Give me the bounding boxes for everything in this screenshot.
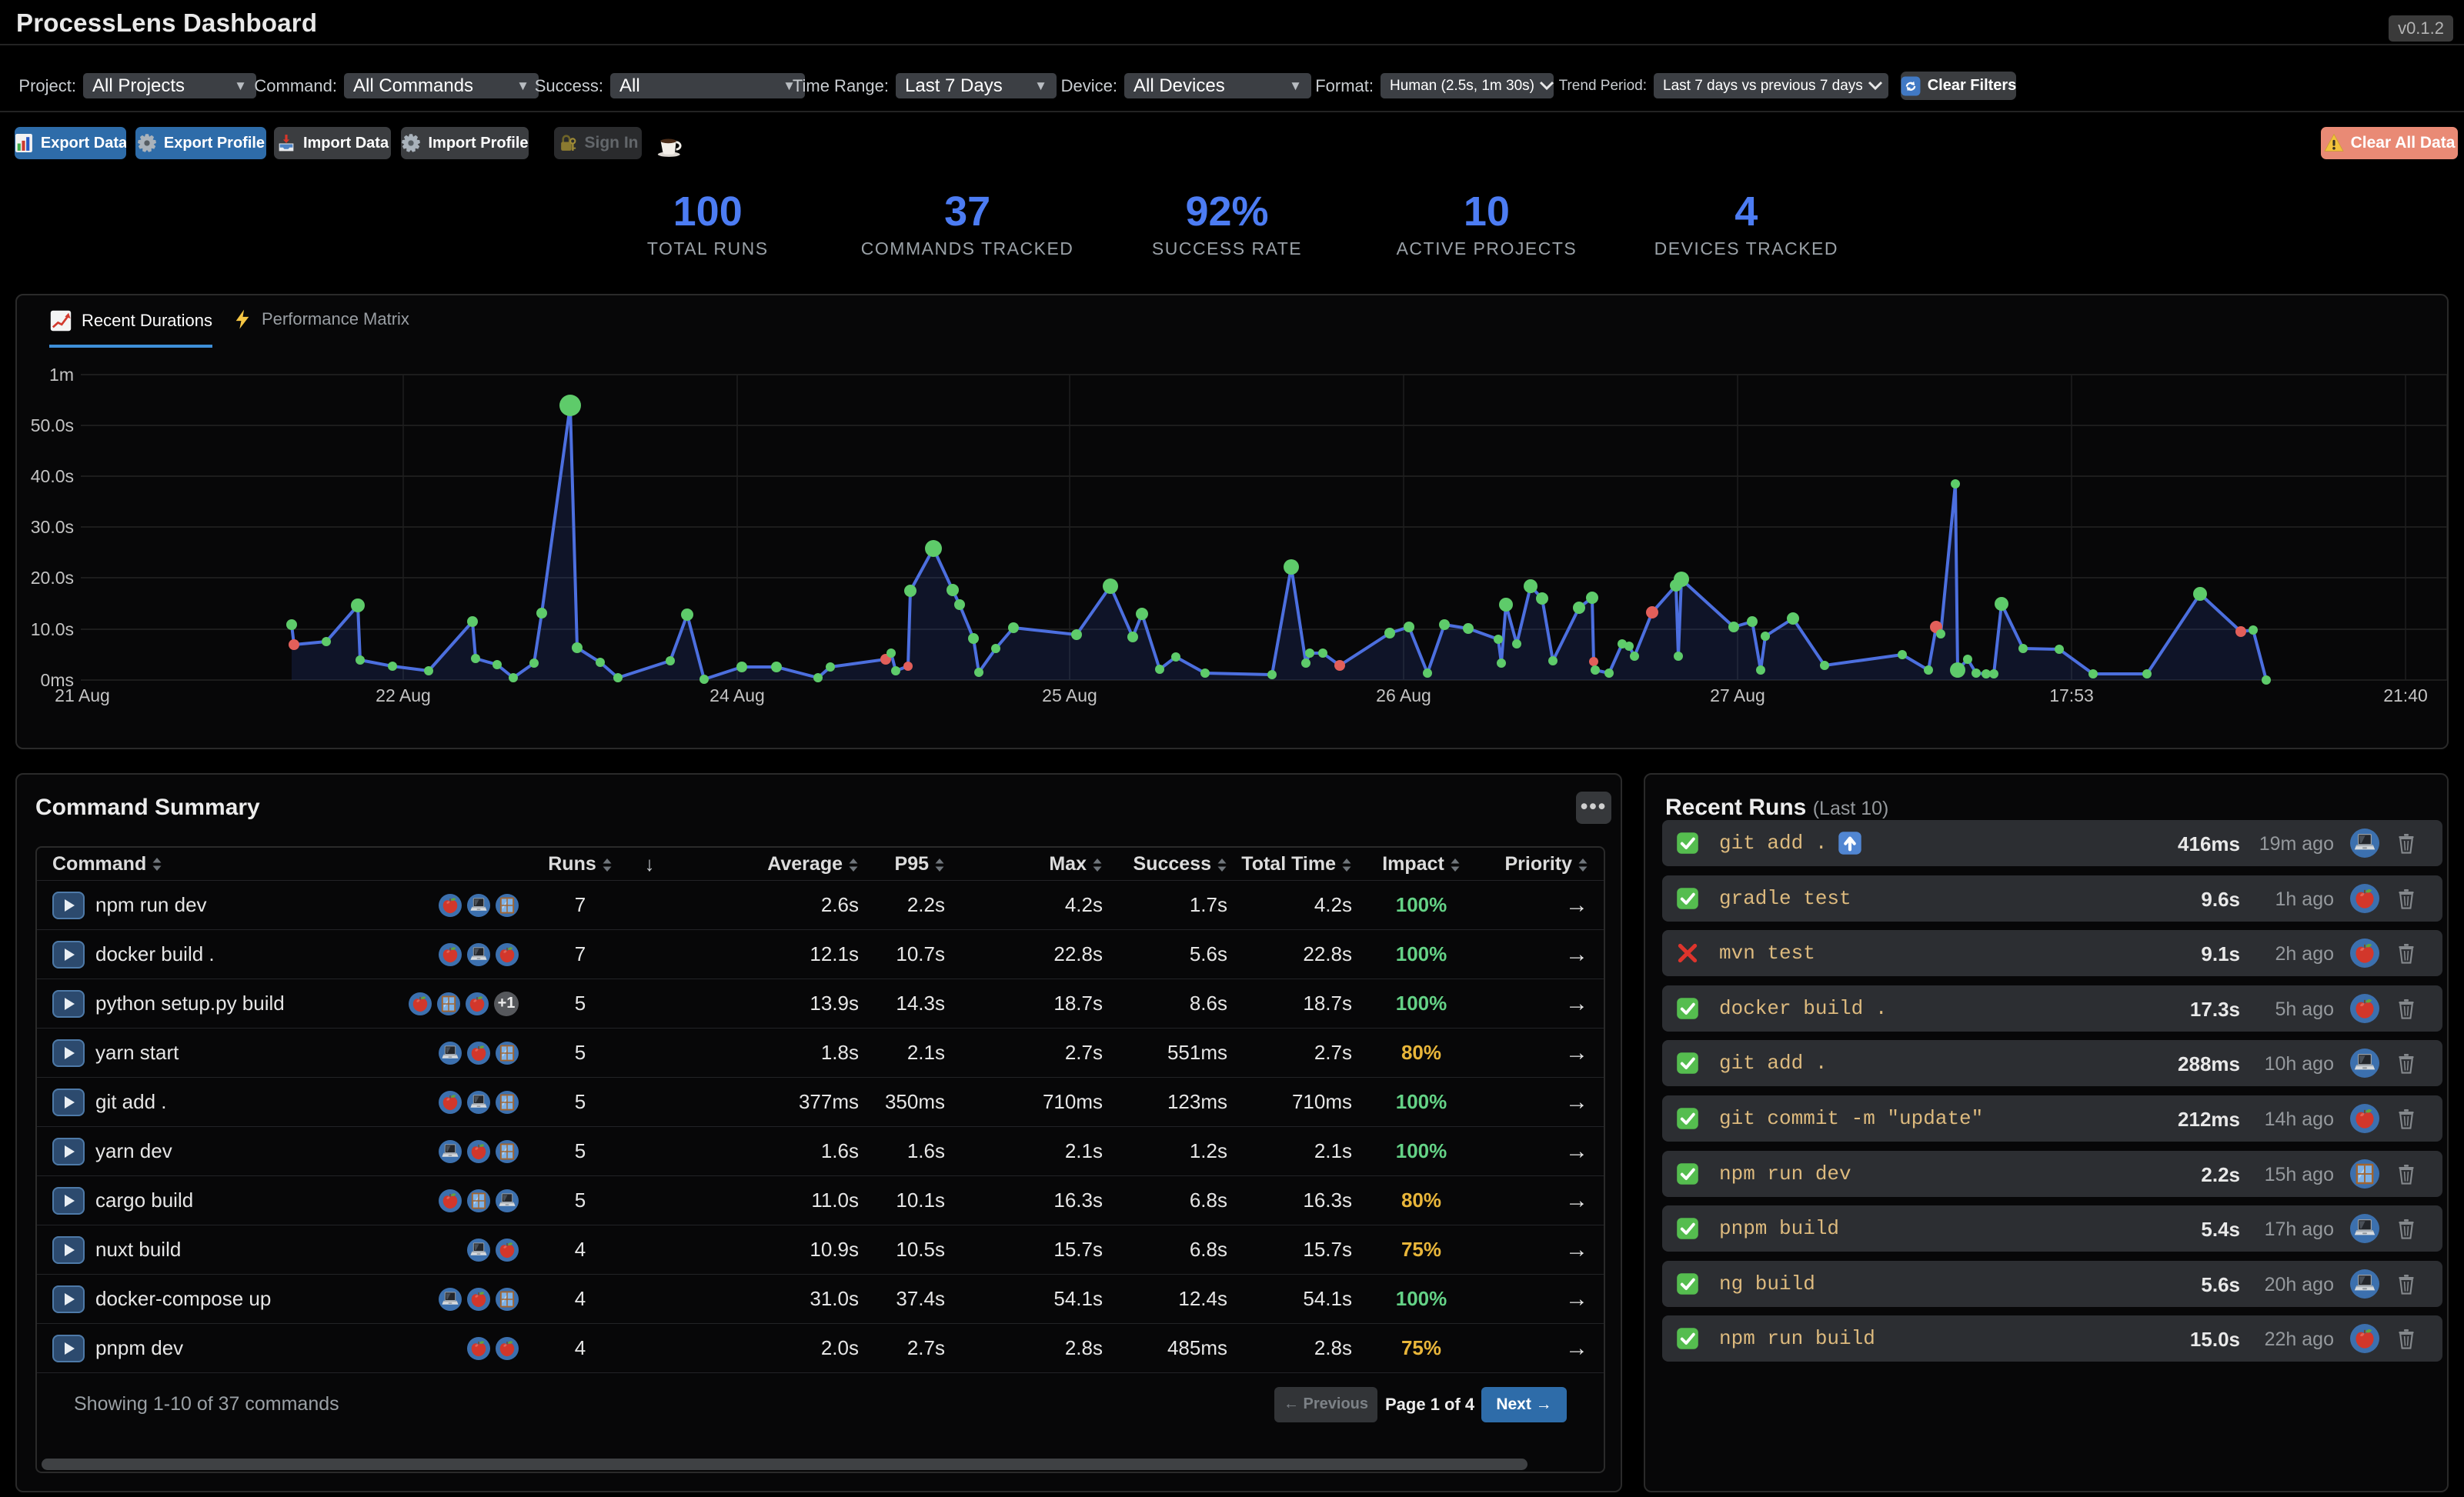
svg-text:21 Aug: 21 Aug (55, 685, 110, 705)
svg-text:27 Aug: 27 Aug (1710, 685, 1765, 705)
svg-text:26 Aug: 26 Aug (1376, 685, 1431, 705)
svg-text:10.0s: 10.0s (31, 619, 74, 639)
svg-text:21:40: 21:40 (2383, 685, 2428, 705)
svg-text:1m: 1m (49, 365, 74, 385)
svg-text:24 Aug: 24 Aug (709, 685, 765, 705)
svg-text:40.0s: 40.0s (31, 466, 74, 486)
svg-text:50.0s: 50.0s (31, 415, 74, 435)
svg-text:25 Aug: 25 Aug (1042, 685, 1097, 705)
svg-text:30.0s: 30.0s (31, 517, 74, 537)
svg-text:20.0s: 20.0s (31, 568, 74, 588)
svg-text:22 Aug: 22 Aug (376, 685, 431, 705)
svg-text:17:53: 17:53 (2049, 685, 2094, 705)
